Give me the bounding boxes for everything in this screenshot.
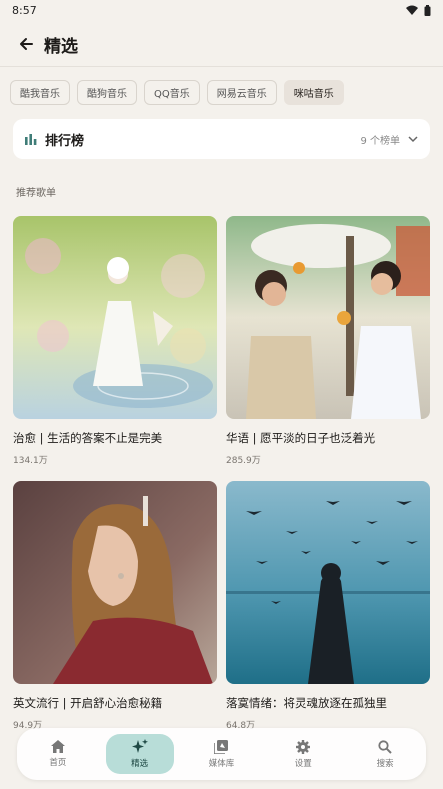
nav-item-search[interactable]: 搜索 [351,734,419,774]
chip-kuwo[interactable]: 酷我音乐 [10,80,70,105]
playlist-title: 落寞情绪：将灵魂放逐在孤独里 [226,696,387,710]
battery-icon [424,4,431,16]
source-filter-chips: 酷我音乐 酷狗音乐 QQ音乐 网易云音乐 咪咕音乐 [10,80,344,105]
nav-item-settings[interactable]: 设置 [269,734,337,774]
nav-label: 媒体库 [208,758,235,769]
playlist-title: 英文流行 | 开启舒心治愈秘籍 [13,696,163,710]
ranking-count: 9 个榜单 [360,135,400,147]
playlist-cover-image [226,216,430,419]
chip-qq[interactable]: QQ音乐 [144,80,200,105]
library-icon [214,739,229,754]
nav-label: 设置 [294,758,312,769]
playlist-title: 治愈 | 生活的答案不止是完美 [13,431,163,445]
playlist-play-count: 134.1万 [13,456,48,466]
status-bar: 8:57 [0,0,443,20]
playlist-cover-image [226,481,430,684]
chip-migu[interactable]: 咪咕音乐 [283,80,344,105]
playlist-card[interactable]: 治愈 | 生活的答案不止是完美 134.1万 [13,216,217,466]
page-title: 精选 [44,36,78,57]
status-time: 8:57 [12,3,37,17]
sparkle-icon [131,739,148,753]
playlist-card[interactable]: 英文流行 | 开启舒心治愈秘籍 94.9万 [13,481,217,731]
bottom-navigation: 首页 精选 媒体库 设置 搜索 [17,728,426,780]
playlist-title: 华语 | 愿平淡的日子也泛着光 [226,431,376,445]
nav-label: 搜索 [376,758,394,769]
chip-kugou[interactable]: 酷狗音乐 [77,80,137,105]
nav-item-library[interactable]: 媒体库 [187,734,255,774]
home-icon [50,740,65,753]
playlist-card[interactable]: 落寞情绪：将灵魂放逐在孤独里 64.8万 [226,481,430,731]
wifi-icon [406,5,418,15]
chip-netease[interactable]: 网易云音乐 [206,80,277,105]
arrow-left-icon [20,38,33,50]
app-bar: 精选 [0,24,443,64]
playlist-cover-image [13,481,217,684]
gear-icon [296,739,311,754]
ranking-card[interactable]: 排行榜 9 个榜单 [13,119,430,159]
playlist-card[interactable]: 华语 | 愿平淡的日子也泛着光 285.9万 [226,216,430,466]
playlist-cover-image [13,216,217,419]
ranking-title: 排行榜 [45,133,85,149]
chevron-down-icon[interactable] [408,135,418,143]
nav-label: 精选 [131,759,149,769]
section-recommended-label: 推荐歌单 [16,188,56,199]
nav-label: 首页 [49,758,67,768]
header-divider [0,66,443,67]
search-icon [378,739,392,754]
back-button[interactable] [14,32,38,56]
playlist-play-count: 285.9万 [226,456,261,466]
nav-item-home[interactable]: 首页 [24,734,92,774]
bar-chart-icon [25,133,37,145]
nav-item-featured[interactable]: 精选 [105,734,174,774]
